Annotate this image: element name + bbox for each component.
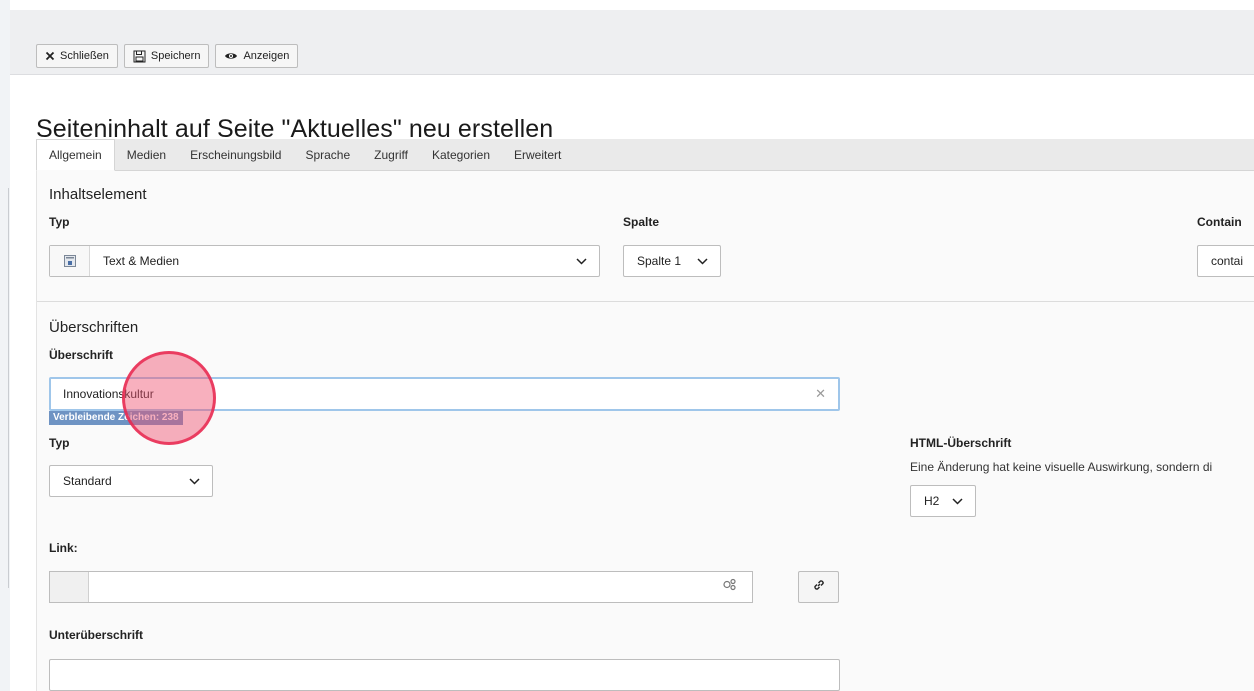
view-button[interactable]: Anzeigen (215, 44, 299, 68)
link-icon (812, 578, 826, 597)
chevron-down-icon (576, 254, 587, 268)
save-icon (133, 50, 146, 63)
subheader-label: Unterüberschrift (49, 628, 144, 642)
close-button[interactable]: Schließen (36, 44, 118, 68)
subheader-input[interactable] (49, 659, 840, 691)
chevron-down-icon (189, 474, 200, 488)
link-label: Link: (49, 541, 78, 555)
docheader-toolbar: Schließen Speichern Anzeigen (36, 44, 299, 68)
column-select-value: Spalte 1 (637, 254, 682, 268)
section-title-headers: Überschriften (49, 319, 139, 336)
type-select[interactable]: Text & Medien (49, 245, 600, 277)
container-label: Contain (1197, 215, 1242, 229)
html-header-label: HTML-Überschrift (910, 436, 1012, 450)
chevron-down-icon (952, 494, 963, 508)
tab-allgemein[interactable]: Allgemein (36, 139, 115, 171)
eye-icon (224, 51, 238, 61)
html-header-value: H2 (924, 494, 940, 508)
link-field[interactable] (49, 571, 753, 603)
tab-zugriff[interactable]: Zugriff (362, 139, 420, 170)
frame-divider (8, 188, 9, 588)
tab-erweitert[interactable]: Erweitert (502, 139, 573, 170)
type-select-value: Text & Medien (103, 254, 180, 268)
save-button[interactable]: Speichern (123, 44, 210, 68)
tab-kategorien[interactable]: Kategorien (420, 139, 502, 170)
chevron-down-icon (697, 254, 708, 268)
section-title-content-element: Inhaltselement (49, 186, 147, 203)
link-prefix (50, 572, 89, 602)
save-label: Speichern (150, 50, 201, 62)
container-select-value: contai (1211, 254, 1244, 268)
view-label: Anzeigen (243, 50, 290, 62)
link-browser-button[interactable] (798, 571, 839, 603)
close-icon (45, 51, 55, 61)
header-type-value: Standard (63, 474, 112, 488)
click-highlight (122, 351, 216, 445)
tab-medien[interactable]: Medien (115, 139, 178, 170)
tab-panel-allgemein: Inhaltselement Typ Spalte Contain Text &… (36, 171, 1254, 691)
container-select[interactable]: contai (1197, 245, 1254, 277)
tab-erscheinungsbild[interactable]: Erscheinungsbild (178, 139, 293, 170)
html-header-select[interactable]: H2 (910, 485, 976, 517)
header-type-select[interactable]: Standard (49, 465, 213, 497)
header-label: Überschrift (49, 348, 114, 362)
html-header-help-text: Eine Änderung hat keine visuelle Auswirk… (910, 460, 1213, 474)
close-label: Schließen (60, 50, 109, 62)
section-divider (37, 301, 1254, 302)
tab-bar: Allgemein Medien Erscheinungsbild Sprach… (36, 139, 1254, 171)
text-media-icon (50, 246, 90, 276)
column-label: Spalte (623, 215, 660, 229)
link-type-icon (722, 578, 738, 597)
column-select[interactable]: Spalte 1 (623, 245, 721, 277)
tab-sprache[interactable]: Sprache (293, 139, 362, 170)
header-type-label: Typ (49, 436, 70, 450)
type-label: Typ (49, 215, 70, 229)
clear-icon[interactable]: ✕ (815, 386, 826, 402)
left-frame-strip (0, 0, 10, 691)
